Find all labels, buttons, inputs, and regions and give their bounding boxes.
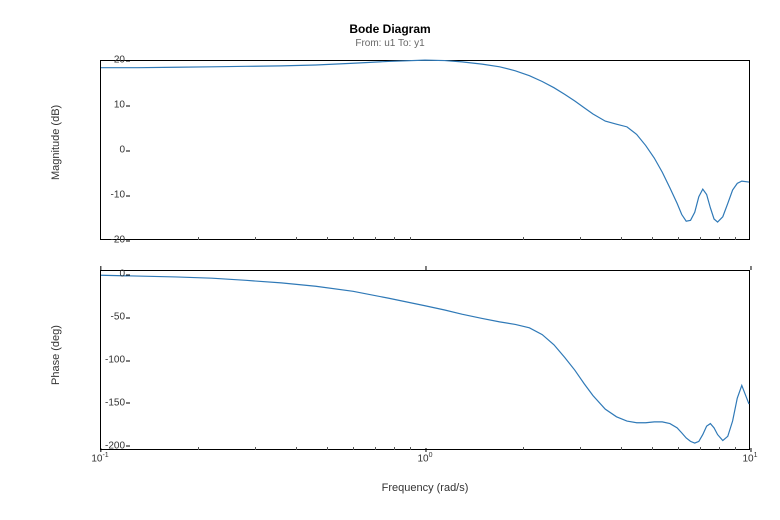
xtick: 101	[742, 452, 757, 464]
ytick: -150	[85, 397, 125, 408]
title-block: Bode Diagram From: u1 To: y1	[0, 22, 780, 49]
xtick: 100	[417, 452, 432, 464]
ytick: 0	[85, 145, 125, 156]
xtick: 10-1	[91, 452, 108, 464]
xtick-minor	[394, 237, 395, 240]
xtick-minor	[735, 447, 736, 450]
chart-subtitle: From: u1 To: y1	[0, 38, 780, 49]
ytick: -100	[85, 355, 125, 366]
ytick: -10	[85, 190, 125, 201]
xtick-minor	[255, 447, 256, 450]
xtick-minor	[375, 447, 376, 450]
xtick-minor	[198, 237, 199, 240]
phase-axes	[100, 270, 750, 450]
xtick-minor	[700, 237, 701, 240]
ylabel-phase: Phase (deg)	[50, 325, 62, 385]
xtick-minor	[523, 447, 524, 450]
xtick-minor	[296, 237, 297, 240]
xtick-minor	[255, 237, 256, 240]
ytick: 0	[85, 269, 125, 280]
xtick-minor	[523, 237, 524, 240]
xtick-minor	[652, 447, 653, 450]
xtick-minor	[580, 237, 581, 240]
ytick: -20	[85, 235, 125, 246]
xtick-minor	[410, 447, 411, 450]
xtick-minor	[678, 237, 679, 240]
magnitude-axes	[100, 60, 750, 240]
ytick: 10	[85, 100, 125, 111]
bode-figure: Bode Diagram From: u1 To: y1 Magnitude (…	[0, 0, 780, 520]
xtick-minor	[410, 237, 411, 240]
xtick-minor	[700, 447, 701, 450]
xtick-minor	[735, 237, 736, 240]
xtick-minor	[327, 447, 328, 450]
xtick-minor	[621, 237, 622, 240]
xtick-minor	[652, 237, 653, 240]
ytick: -200	[85, 440, 125, 451]
magnitude-trace	[101, 61, 749, 239]
xtick-minor	[719, 447, 720, 450]
ytick: 20	[85, 55, 125, 66]
xtick-minor	[719, 237, 720, 240]
xtick-minor	[296, 447, 297, 450]
ytick: -50	[85, 312, 125, 323]
xlabel: Frequency (rad/s)	[100, 482, 750, 494]
chart-title: Bode Diagram	[0, 22, 780, 36]
xtick-minor	[621, 447, 622, 450]
phase-trace	[101, 271, 749, 449]
xtick-minor	[580, 447, 581, 450]
xtick-minor	[198, 447, 199, 450]
xtick-minor	[327, 237, 328, 240]
xtick-minor	[678, 447, 679, 450]
xtick-minor	[394, 447, 395, 450]
xtick-minor	[353, 237, 354, 240]
xtick-minor	[353, 447, 354, 450]
xtick-minor	[375, 237, 376, 240]
ylabel-magnitude: Magnitude (dB)	[50, 105, 62, 180]
